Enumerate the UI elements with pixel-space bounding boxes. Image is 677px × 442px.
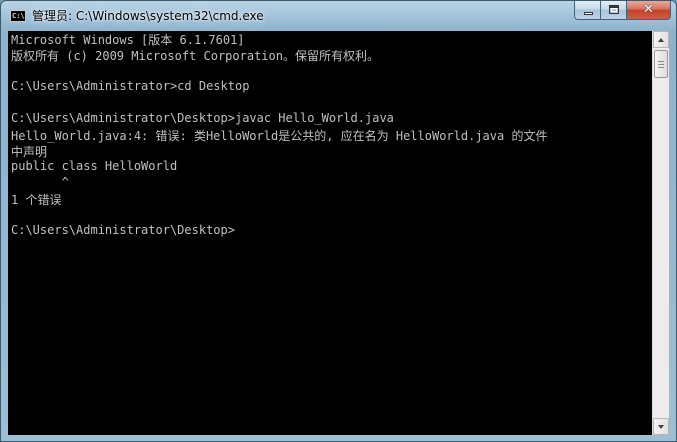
arrow-down-icon	[658, 425, 664, 429]
maximize-icon	[609, 5, 619, 14]
console-line: public class HelloWorld	[11, 159, 178, 173]
console-line: Hello_World.java:4: 错误: 类HelloWorld是公共的,…	[11, 129, 548, 143]
minimize-icon	[584, 12, 593, 15]
console-line	[8, 63, 652, 79]
caption-buttons: ✕	[574, 1, 671, 21]
minimize-button[interactable]	[574, 1, 601, 20]
arrow-up-icon	[658, 38, 664, 42]
cmd-window: C:\ 管理员: C:\Windows\system32\cmd.exe ✕ M…	[0, 0, 677, 442]
maximize-button[interactable]	[601, 1, 627, 20]
grip-line	[658, 61, 664, 62]
grip-line	[658, 67, 664, 68]
vertical-scrollbar[interactable]	[652, 31, 669, 435]
close-button[interactable]: ✕	[627, 1, 671, 20]
console-line: 版权所有 (c) 2009 Microsoft Corporation。保留所有…	[11, 49, 379, 63]
console-line: C:\Users\Administrator\Desktop>javac Hel…	[11, 111, 394, 125]
console-line: 中声明	[11, 145, 48, 159]
scroll-down-button[interactable]	[653, 418, 669, 435]
console-line	[8, 207, 652, 223]
console-output[interactable]: Microsoft Windows [版本 6.1.7601] 版权所有 (c)…	[8, 31, 652, 435]
grip-line	[658, 64, 664, 65]
title-bar[interactable]: C:\ 管理员: C:\Windows\system32\cmd.exe ✕	[1, 1, 676, 31]
scroll-thumb[interactable]	[654, 50, 668, 78]
console-line	[8, 95, 652, 111]
scroll-up-button[interactable]	[653, 31, 669, 48]
console-line: Microsoft Windows [版本 6.1.7601]	[11, 33, 245, 47]
window-title: 管理员: C:\Windows\system32\cmd.exe	[32, 9, 264, 23]
console-line: C:\Users\Administrator>cd Desktop	[11, 79, 250, 93]
cmd-app-icon[interactable]: C:\	[10, 10, 26, 22]
console-prompt-line[interactable]: C:\Users\Administrator\Desktop>	[8, 223, 652, 239]
console-line: ^	[11, 175, 69, 189]
console-line: 1 个错误	[11, 193, 62, 207]
close-icon: ✕	[643, 2, 654, 17]
